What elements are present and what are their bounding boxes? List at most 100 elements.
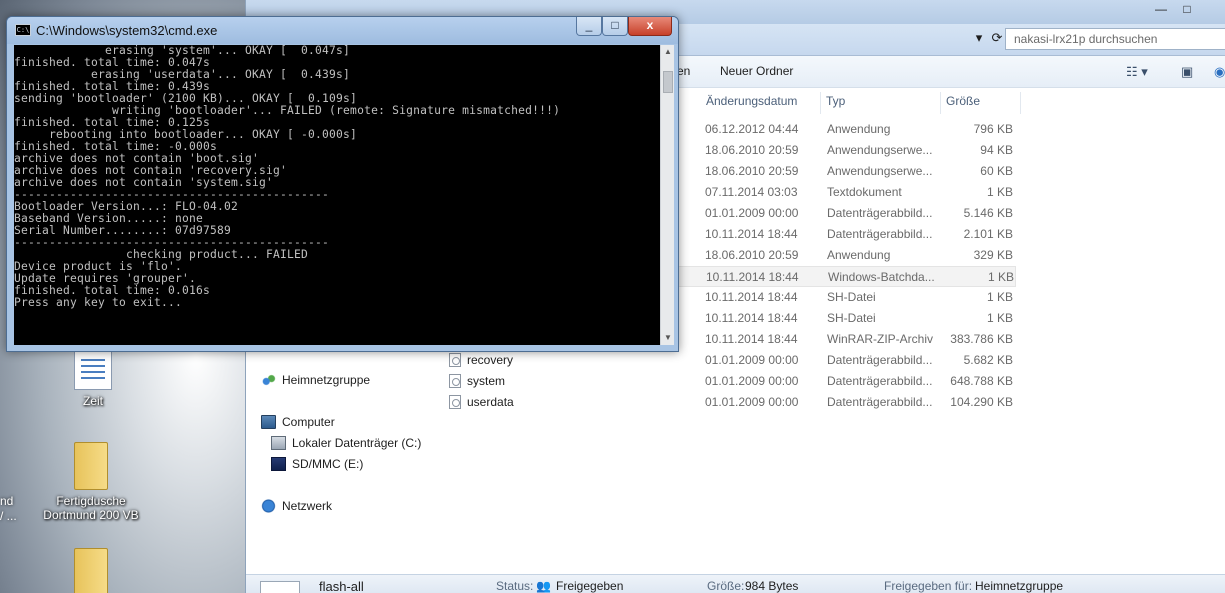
desktop-icon-folder[interactable] — [36, 548, 146, 593]
minimize-button[interactable]: — — [1148, 0, 1174, 20]
column-header-type[interactable]: Typ — [821, 92, 941, 114]
file-type: Datenträgerabbild... — [827, 206, 933, 220]
file-type: SH-Datei — [827, 290, 876, 304]
file-type: WinRAR-ZIP-Archiv — [827, 332, 934, 346]
scroll-down-icon[interactable]: ▼ — [661, 331, 675, 345]
file-type: Windows-Batchda... — [828, 270, 935, 284]
desktop-icon-label: Fertigdusche Dortmund 200 VB — [43, 494, 139, 522]
refresh-icon[interactable]: ⟳ — [987, 28, 1007, 50]
file-size: 796 KB — [973, 122, 1013, 136]
file-size: 329 KB — [973, 248, 1013, 262]
file-type: Anwendung — [827, 122, 891, 136]
file-date: 18.06.2010 20:59 — [705, 143, 799, 157]
computer-icon — [261, 415, 276, 429]
file-date: 01.01.2009 00:00 — [705, 395, 799, 409]
nav-item-local-disk[interactable]: Lokaler Datenträger (C:) — [271, 436, 421, 450]
file-type: Datenträgerabbild... — [827, 353, 933, 367]
nav-item-sd-card[interactable]: SD/MMC (E:) — [271, 457, 363, 471]
file-date: 07.11.2014 03:03 — [705, 185, 798, 199]
file-row[interactable]: recovery 01.01.2009 00:00 Datenträgerabbil… — [441, 350, 1016, 371]
details-file-name: flash-all — [319, 579, 364, 593]
disk-image-icon — [449, 353, 461, 367]
file-date: 01.01.2009 00:00 — [705, 353, 799, 367]
file-size: 1 KB — [987, 270, 1014, 284]
desktop-icon-fertigdusche[interactable]: Fertigdusche Dortmund 200 VB — [36, 442, 146, 522]
scroll-up-icon[interactable]: ▲ — [661, 45, 675, 59]
search-input[interactable]: nakasi-lrx21p durchsuchen — [1005, 28, 1225, 50]
nav-label: SD/MMC (E:) — [292, 457, 364, 471]
details-pane: flash-all Status: 👥 Freigegeben Größe: 9… — [246, 574, 1225, 593]
file-type: Anwendung — [827, 248, 891, 262]
network-icon — [261, 499, 276, 513]
file-size: 5.682 KB — [963, 353, 1013, 367]
console-scrollbar[interactable]: ▲ ▼ — [660, 45, 674, 345]
details-shared-label: Freigegeben für: — [884, 579, 973, 593]
file-type: Anwendungserwe... — [827, 164, 933, 178]
file-name: system — [467, 374, 506, 388]
file-type: Datenträgerabbild... — [827, 227, 933, 241]
nav-label: Netzwerk — [282, 499, 333, 513]
document-icon — [74, 348, 112, 390]
shared-users-icon: 👥 — [536, 579, 551, 593]
file-name: recovery — [467, 353, 514, 367]
console-icon: C:\ — [15, 24, 31, 36]
share-button-partial[interactable]: en — [677, 64, 690, 78]
file-type: Datenträgerabbild... — [827, 374, 933, 388]
file-type: SH-Datei — [827, 311, 876, 325]
file-date: 10.11.2014 18:44 — [705, 290, 798, 304]
details-shared-value: Heimnetzgruppe — [975, 579, 1064, 593]
cmd-title: C:\Windows\system32\cmd.exe — [36, 23, 218, 38]
file-date: 10.11.2014 18:44 — [705, 332, 798, 346]
file-size: 104.290 KB — [950, 395, 1013, 409]
file-date: 10.11.2014 18:44 — [705, 311, 798, 325]
file-thumbnail-icon — [260, 581, 300, 593]
preview-pane-icon[interactable]: ▣ — [1181, 64, 1193, 80]
address-dropdown-arrow[interactable]: ▾ — [969, 28, 989, 50]
file-date: 10.11.2014 18:44 — [706, 270, 799, 284]
restore-button[interactable]: □ — [1174, 0, 1200, 20]
file-row[interactable]: system 01.01.2009 00:00 Datenträgerabbild.… — [441, 371, 1016, 392]
console-line: Press any key to exit... — [14, 296, 183, 309]
scrollbar-thumb[interactable] — [663, 71, 673, 93]
cmd-close-button[interactable]: x — [628, 17, 672, 36]
cmd-window: C:\ C:\Windows\system32\cmd.exe _ □ x er… — [6, 16, 679, 352]
desktop-icon-label: Zeit — [82, 394, 103, 408]
nav-label: Lokaler Datenträger (C:) — [292, 436, 422, 450]
file-size: 94 KB — [980, 143, 1013, 157]
desktop-icon-zeit[interactable]: Zeit — [38, 348, 148, 408]
help-icon[interactable]: ◉ — [1214, 64, 1225, 80]
new-folder-button[interactable]: Neuer Ordner — [720, 64, 793, 78]
nav-label: Heimnetzgruppe — [282, 373, 371, 387]
details-status-label: Status: — [496, 579, 534, 593]
desktop-clipped-label: nd — [0, 494, 14, 508]
hard-drive-icon — [271, 436, 286, 450]
file-date: 01.01.2009 00:00 — [705, 206, 799, 220]
file-size: 383.786 KB — [950, 332, 1013, 346]
nav-label: Computer — [282, 415, 335, 429]
desktop-clipped-label: / ... — [0, 509, 17, 523]
file-type: Datenträgerabbild... — [827, 395, 933, 409]
file-size: 5.146 KB — [963, 206, 1013, 220]
homegroup-icon — [261, 373, 276, 387]
nav-item-network[interactable]: Netzwerk — [261, 499, 332, 513]
file-date: 01.01.2009 00:00 — [705, 374, 799, 388]
disk-image-icon — [449, 374, 461, 388]
nav-item-homegroup[interactable]: Heimnetzgruppe — [261, 373, 370, 387]
cmd-minimize-button[interactable]: _ — [576, 17, 602, 36]
view-options-icon[interactable]: ☷ ▾ — [1126, 64, 1148, 80]
details-size-label: Größe: — [707, 579, 745, 593]
cmd-maximize-button[interactable]: □ — [602, 17, 628, 36]
file-size: 2.101 KB — [963, 227, 1013, 241]
file-date: 10.11.2014 18:44 — [705, 227, 798, 241]
folder-icon — [74, 548, 108, 593]
folder-icon — [74, 442, 108, 490]
column-header-date[interactable]: Änderungsdatum — [701, 92, 821, 114]
file-row[interactable]: userdata 01.01.2009 00:00 Datenträgerabbil… — [441, 392, 1016, 413]
disk-image-icon — [449, 395, 461, 409]
file-date: 18.06.2010 20:59 — [705, 164, 799, 178]
details-status-value: Freigegeben — [556, 579, 624, 593]
nav-item-computer[interactable]: Computer — [261, 415, 335, 429]
column-header-size[interactable]: Größe — [941, 92, 1021, 114]
file-size: 60 KB — [980, 164, 1013, 178]
console-output[interactable]: erasing 'system'... OKAY [ 0.047s] finish… — [14, 45, 660, 345]
